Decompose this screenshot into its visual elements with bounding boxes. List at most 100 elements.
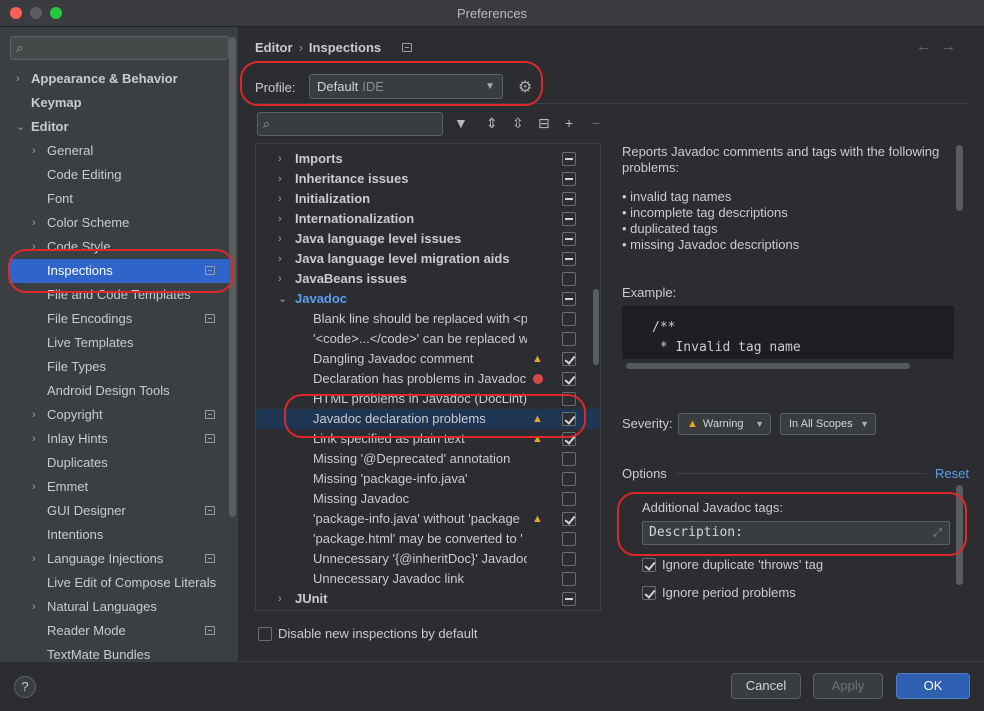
reset-link[interactable]: Reset [935,466,969,481]
inspection-checkbox[interactable] [562,292,576,306]
sidebar-item-gui-designer[interactable]: GUI Designer [0,499,229,523]
inspection-search-input[interactable]: ⌕ [257,112,443,136]
ignore-period-checkbox[interactable] [642,586,656,600]
sidebar-item-editor[interactable]: ⌄ Editor [0,115,229,139]
chevron-right-icon[interactable]: › [278,269,282,289]
inspection-checkbox[interactable] [562,592,576,606]
inspection-category[interactable]: › JUnit [256,589,600,609]
settings-search-input[interactable]: ⌕ [10,36,229,60]
inspection-checkbox[interactable] [562,312,576,326]
inspection-category[interactable]: › Imports [256,149,600,169]
sidebar-item-reader-mode[interactable]: Reader Mode [0,619,229,643]
inspection-checkbox[interactable] [562,472,576,486]
breadcrumb-parent[interactable]: Editor [255,40,293,55]
chevron-right-icon[interactable]: › [278,149,282,169]
inspection-checkbox[interactable] [562,492,576,506]
add-icon[interactable]: + [565,115,573,131]
inspection-checkbox[interactable] [562,172,576,186]
scope-dropdown[interactable]: In All Scopes ▼ [780,413,876,435]
sidebar-item-keymap[interactable]: Keymap [0,91,229,115]
sidebar-item-duplicates[interactable]: Duplicates [0,451,229,475]
inspection-checkbox[interactable] [562,232,576,246]
inspection-item[interactable]: Blank line should be replaced with <p [256,309,600,329]
collapse-all-icon[interactable]: ⇳ [512,115,524,132]
remove-icon[interactable]: − [592,115,600,131]
chevron-right-icon[interactable]: › [278,189,282,209]
chevron-right-icon[interactable]: › [16,67,20,91]
inspection-checkbox[interactable] [562,372,576,386]
inspection-item[interactable]: Unnecessary Javadoc link [256,569,600,589]
chevron-right-icon[interactable]: › [278,249,282,269]
inspection-item[interactable]: 'package-info.java' without 'package ▲ [256,509,600,529]
sidebar-item-live-edit-of-compose-literals[interactable]: Live Edit of Compose Literals [0,571,229,595]
sidebar-item-appearance-behavior[interactable]: › Appearance & Behavior [0,67,229,91]
chevron-right-icon[interactable]: › [32,211,36,235]
inspection-category[interactable]: › JavaBeans issues [256,269,600,289]
forward-arrow-icon[interactable]: → [941,38,966,55]
code-horizontal-scrollbar[interactable] [626,363,910,369]
inspection-checkbox[interactable] [562,572,576,586]
inspection-checkbox[interactable] [562,192,576,206]
sidebar-item-intentions[interactable]: Intentions [0,523,229,547]
sidebar-item-copyright[interactable]: › Copyright [0,403,229,427]
ok-button[interactable]: OK [896,673,970,699]
apply-button[interactable]: Apply [813,673,883,699]
reset-to-default-icon[interactable]: ⊟ [538,115,550,132]
sidebar-item-color-scheme[interactable]: › Color Scheme [0,211,229,235]
chevron-right-icon[interactable]: › [278,169,282,189]
inspection-checkbox[interactable] [562,212,576,226]
sidebar-item-language-injections[interactable]: › Language Injections [0,547,229,571]
inspection-checkbox[interactable] [562,252,576,266]
inspection-category[interactable]: › Initialization [256,189,600,209]
sidebar-item-file-encodings[interactable]: File Encodings [0,307,229,331]
inspection-category[interactable]: › Java language level issues [256,229,600,249]
sidebar-item-inlay-hints[interactable]: › Inlay Hints [0,427,229,451]
chevron-down-icon[interactable]: ⌄ [278,289,287,309]
inspection-checkbox[interactable] [562,272,576,286]
chevron-down-icon[interactable]: ⌄ [16,115,25,139]
sidebar-item-emmet[interactable]: › Emmet [0,475,229,499]
sidebar-item-code-editing[interactable]: Code Editing [0,163,229,187]
chevron-right-icon[interactable]: › [278,229,282,249]
inspection-item[interactable]: Missing Javadoc [256,489,600,509]
sidebar-item-file-types[interactable]: File Types [0,355,229,379]
inspection-checkbox[interactable] [562,352,576,366]
chevron-right-icon[interactable]: › [32,139,36,163]
sidebar-item-font[interactable]: Font [0,187,229,211]
inspection-item[interactable]: Missing '@Deprecated' annotation [256,449,600,469]
inspection-item[interactable]: Missing 'package-info.java' [256,469,600,489]
filter-icon[interactable]: ▼ [454,115,468,131]
sidebar-item-android-design-tools[interactable]: Android Design Tools [0,379,229,403]
disable-new-inspections-checkbox[interactable] [258,627,272,641]
inspection-checkbox[interactable] [562,512,576,526]
inspection-category[interactable]: › Inheritance issues [256,169,600,189]
chevron-right-icon[interactable]: › [32,475,36,499]
chevron-right-icon[interactable]: › [32,547,36,571]
description-scrollbar[interactable] [956,145,963,211]
severity-dropdown[interactable]: ▲ Warning ▼ [678,413,771,435]
inspection-checkbox[interactable] [562,452,576,466]
sidebar-item-natural-languages[interactable]: › Natural Languages [0,595,229,619]
inspection-item[interactable]: Unnecessary '{@inheritDoc}' Javadoc [256,549,600,569]
ignore-throws-checkbox[interactable] [642,558,656,572]
inspection-category[interactable]: ⌄ Javadoc [256,289,600,309]
inspection-checkbox[interactable] [562,532,576,546]
sidebar-item-live-templates[interactable]: Live Templates [0,331,229,355]
chevron-right-icon[interactable]: › [278,589,282,609]
back-arrow-icon[interactable]: ← [916,38,941,55]
inspection-category[interactable]: › Internationalization [256,209,600,229]
inspection-item[interactable]: '<code>...</code>' can be replaced w [256,329,600,349]
inspection-item[interactable]: Dangling Javadoc comment ▲ [256,349,600,369]
chevron-right-icon[interactable]: › [32,403,36,427]
sidebar-item-general[interactable]: › General [0,139,229,163]
inspection-checkbox[interactable] [562,332,576,346]
inspection-item[interactable]: 'package.html' may be converted to ' [256,529,600,549]
expand-all-icon[interactable]: ⇕ [486,115,498,132]
inspection-tree-scrollbar[interactable] [593,289,599,365]
help-button[interactable]: ? [14,676,36,698]
inspection-item[interactable]: Declaration has problems in Javadoc [256,369,600,389]
inspection-checkbox[interactable] [562,152,576,166]
inspection-category[interactable]: › Java language level migration aids [256,249,600,269]
inspection-checkbox[interactable] [562,552,576,566]
chevron-right-icon[interactable]: › [32,595,36,619]
